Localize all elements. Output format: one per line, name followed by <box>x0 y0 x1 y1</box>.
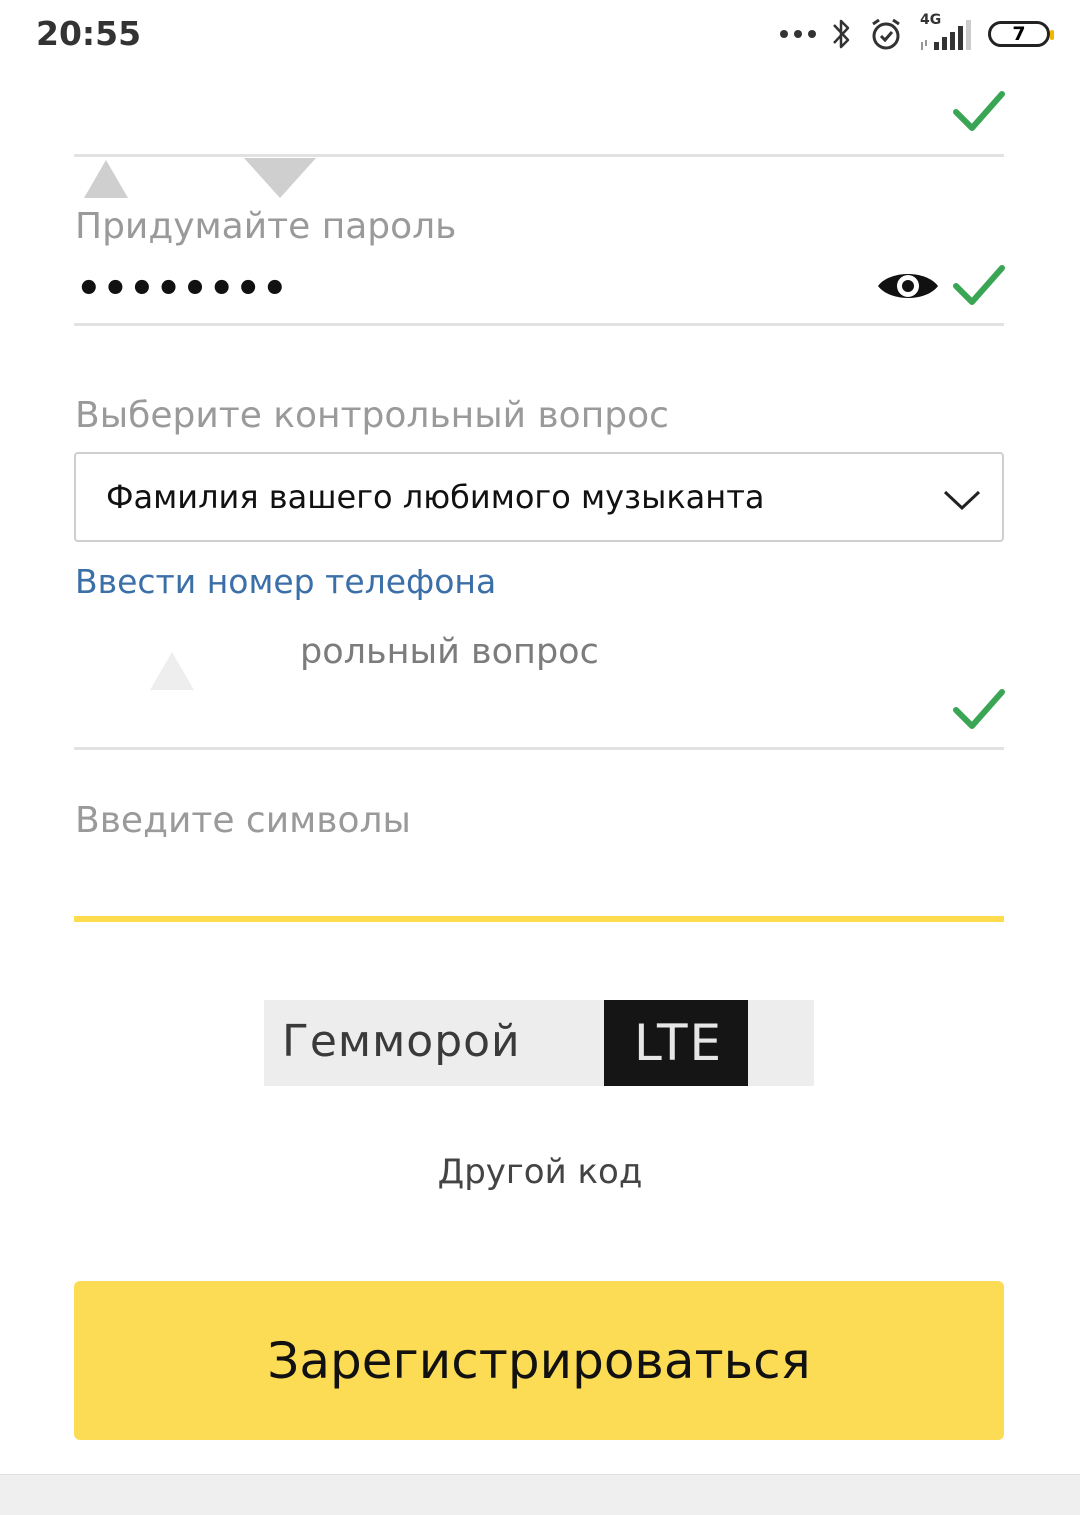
password-label: Придумайте пароль <box>75 206 457 247</box>
security-question-select[interactable]: Фамилия вашего любимого музыканта <box>74 452 1004 542</box>
security-question-label: Выберите контрольный вопрос <box>75 395 669 436</box>
answer-valid-check-icon <box>953 689 1005 729</box>
password-input[interactable]: •••••••• <box>76 266 289 312</box>
alarm-icon <box>872 18 900 50</box>
password-field-underline <box>74 323 1004 326</box>
status-time: 20:55 <box>36 14 142 53</box>
captcha-input[interactable] <box>74 916 1004 922</box>
ghost-arrow-up-icon <box>150 652 194 690</box>
signal-indicator: 4G <box>918 12 974 52</box>
bottom-navigation-bar <box>0 1474 1080 1515</box>
captcha-image-dark-text: LTE <box>634 1014 724 1072</box>
enter-phone-link[interactable]: Ввести номер телефона <box>75 562 496 601</box>
captcha-image-dark-block: LTE <box>604 1000 748 1086</box>
chevron-down-icon <box>943 490 981 511</box>
login-field-underline <box>74 154 1004 157</box>
signal-icon <box>921 20 971 50</box>
captcha-label: Введите символы <box>75 800 411 841</box>
battery-icon: 7 <box>988 21 1054 47</box>
other-code-link[interactable]: Другой код <box>0 1152 1080 1192</box>
eye-icon[interactable] <box>876 266 940 306</box>
more-dots-icon <box>780 30 816 38</box>
status-icons: 4G 7 <box>780 12 1054 54</box>
answer-label: рольный вопрос <box>300 632 599 672</box>
security-question-value: Фамилия вашего любимого музыканта <box>106 478 765 516</box>
password-valid-check-icon <box>953 265 1005 305</box>
captcha-image-word: Геммoрой <box>282 1016 521 1067</box>
ghost-arrow-down-icon <box>244 158 316 198</box>
login-valid-check-icon <box>953 91 1005 131</box>
battery-level: 7 <box>1012 23 1026 45</box>
captcha-image: Геммoрой LTE <box>264 1000 814 1086</box>
ghost-arrow-up-icon <box>84 160 128 198</box>
bluetooth-icon <box>833 19 850 49</box>
answer-field-underline <box>74 747 1004 750</box>
status-bar: 20:55 4G 7 <box>0 0 1080 66</box>
register-button[interactable]: Зарегистрироваться <box>74 1281 1004 1440</box>
